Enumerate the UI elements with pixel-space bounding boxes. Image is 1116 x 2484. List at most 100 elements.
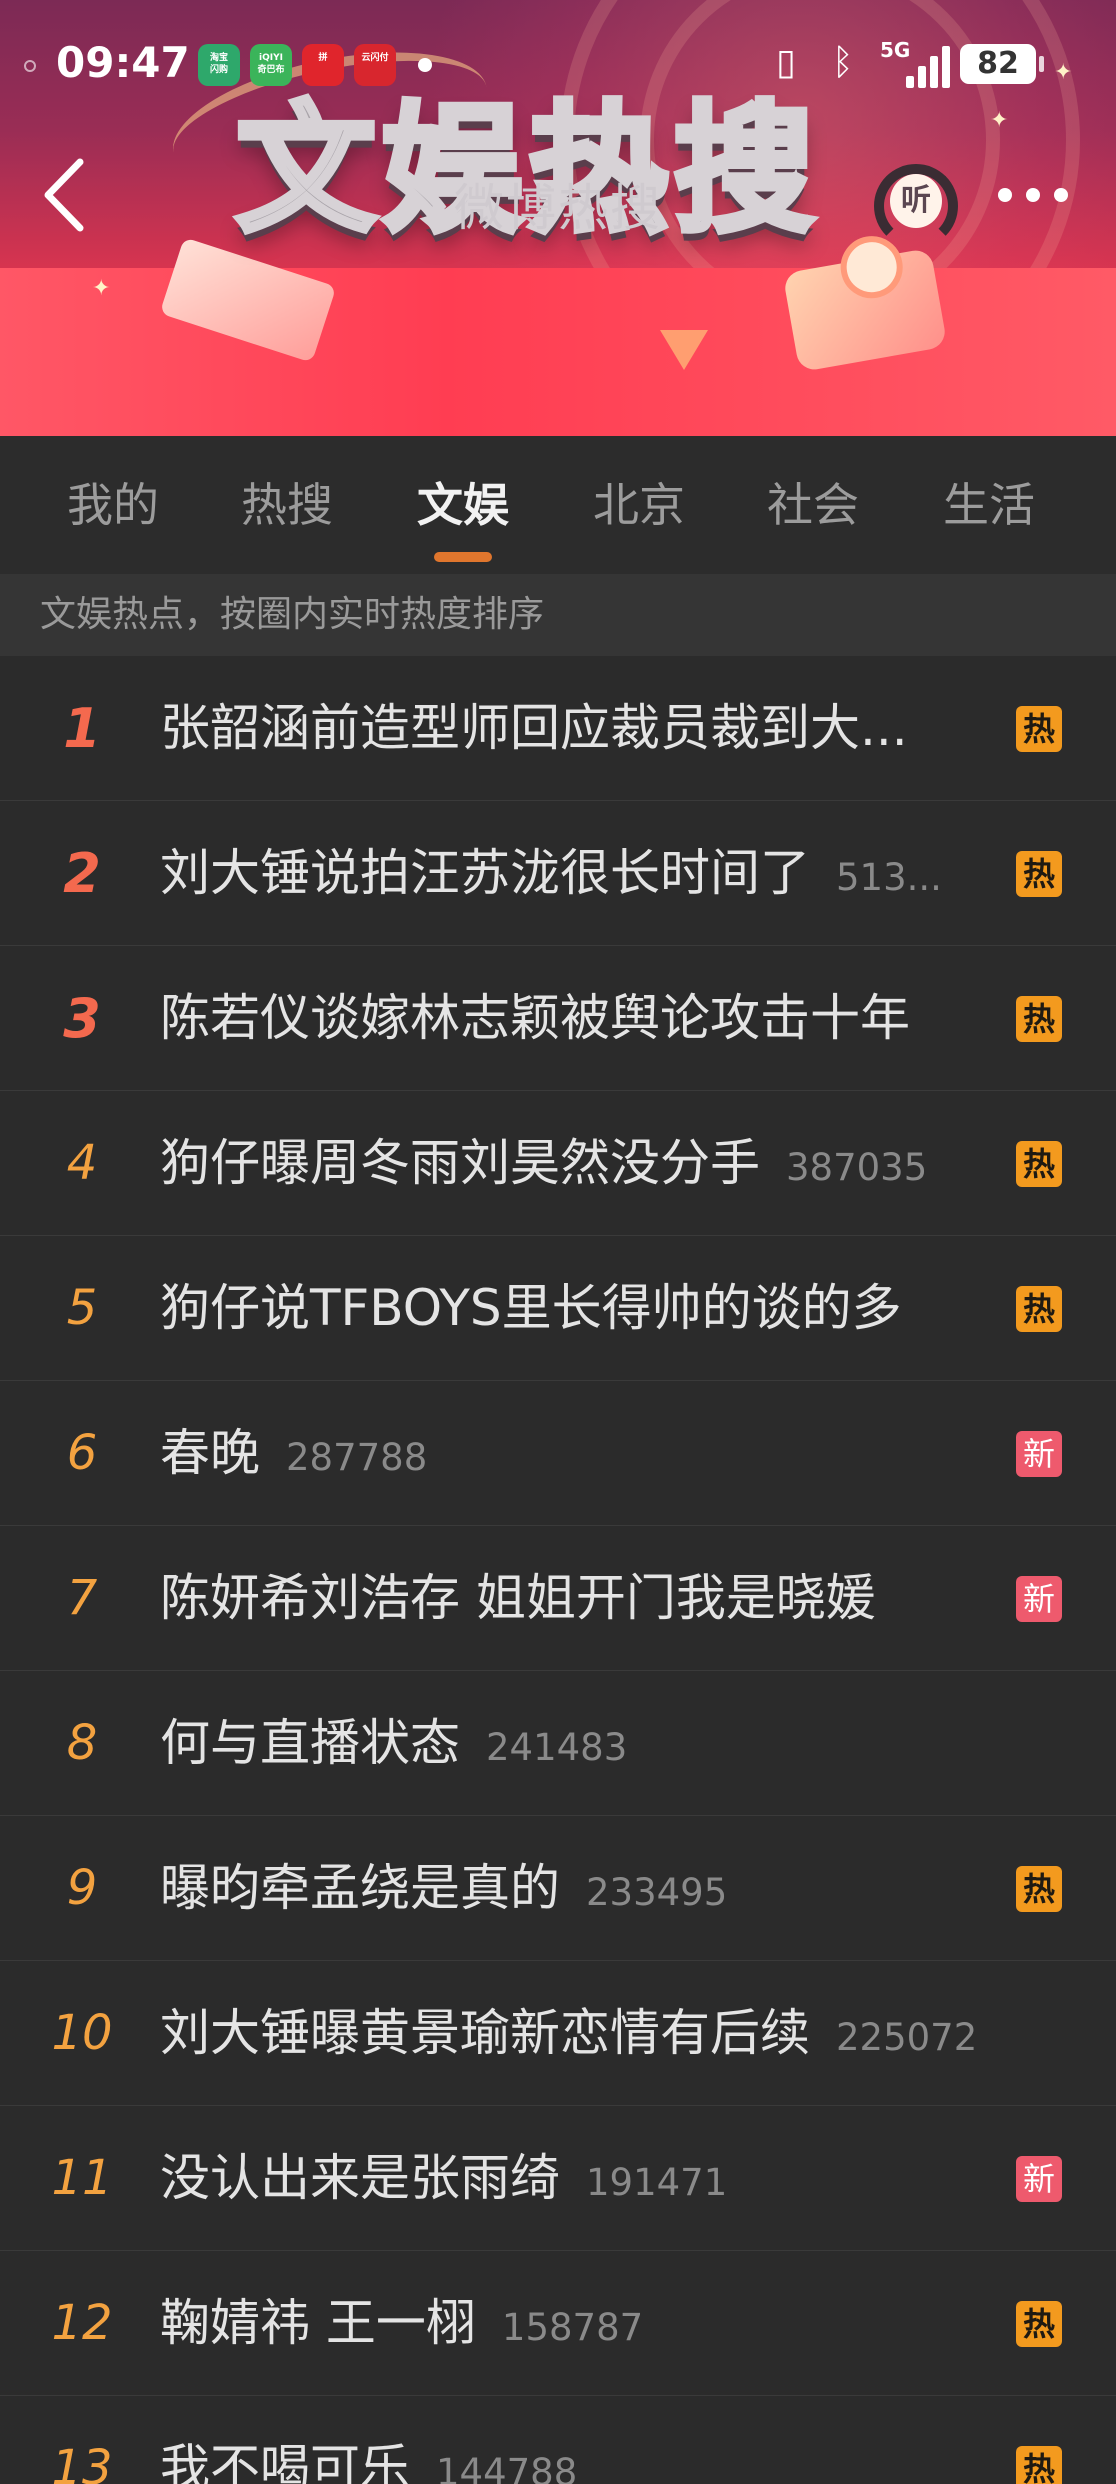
item-content: 陈妍希刘浩存 姐姐开门我是晓媛 xyxy=(160,1526,980,1671)
item-content: 刘大锤曝黄景瑜新恋情有后续 225072 xyxy=(160,1961,980,2106)
tab-entertainment[interactable]: 文娱 xyxy=(398,474,528,536)
item-heat-count: 225072 xyxy=(836,2016,978,2059)
tab-hot-search[interactable]: 热搜 xyxy=(222,474,352,536)
tab-beijing[interactable]: 北京 xyxy=(574,474,704,536)
category-tabs: 我的 热搜 文娱 北京 社会 生活 xyxy=(0,436,1116,574)
status-time: 09:47 xyxy=(56,38,190,87)
item-title: 张韶涵前造型师回应裁员裁到大... xyxy=(160,699,908,757)
yunshanfu-app-icon: 云闪付 xyxy=(354,44,396,86)
rank-number: 13 xyxy=(51,2440,113,2484)
tab-mine[interactable]: 我的 xyxy=(48,474,178,536)
active-tab-indicator xyxy=(434,552,492,562)
item-heat-count: 387035 xyxy=(786,1146,928,1189)
list-item[interactable]: 11 没认出来是张雨绮 191471 新 xyxy=(0,2106,1116,2251)
status-bar: 09:47 淘宝 闪购 iQIYI 奇巴布 拼 云闪付 ▯ ᛒ 5G 82 xyxy=(0,30,1116,100)
new-badge: 新 xyxy=(1016,1576,1062,1622)
list-item[interactable]: 7 陈妍希刘浩存 姐姐开门我是晓媛 新 xyxy=(0,1526,1116,1671)
new-badge: 新 xyxy=(1016,2156,1062,2202)
notification-dot-icon xyxy=(418,58,432,72)
more-button[interactable] xyxy=(990,170,1080,220)
hot-badge: 热 xyxy=(1016,2301,1062,2347)
list-item[interactable]: 12 鞠婧祎 王一栩 158787 热 xyxy=(0,2251,1116,2396)
rank-number: 6 xyxy=(66,1425,98,1481)
hot-badge: 热 xyxy=(1016,851,1062,897)
more-dots-icon xyxy=(1026,188,1040,202)
rank-number: 2 xyxy=(63,842,101,905)
sparkle-icon: ✦ xyxy=(92,276,111,301)
item-title: 刘大锤曝黄景瑜新恋情有后续 xyxy=(160,2004,810,2062)
sparkle-icon: ✦ xyxy=(990,108,1009,133)
hot-badge: 热 xyxy=(1016,1866,1062,1912)
item-title: 曝昀牵孟绕是真的 xyxy=(160,1859,560,1917)
more-dots-icon xyxy=(998,188,1012,202)
listen-label: 听 xyxy=(890,174,942,228)
item-content: 何与直播状态 241483 xyxy=(160,1671,980,1816)
triangle-decoration-icon xyxy=(660,330,708,370)
list-item[interactable]: 8 何与直播状态 241483 xyxy=(0,1671,1116,1816)
iqiyi-app-icon: iQIYI 奇巴布 xyxy=(250,44,292,86)
rank-number: 10 xyxy=(51,2005,113,2061)
more-dots-icon xyxy=(1054,188,1068,202)
hot-badge: 热 xyxy=(1016,1141,1062,1187)
hot-badge: 热 xyxy=(1016,996,1062,1042)
item-heat-count: 233495 xyxy=(586,1871,728,1914)
list-item[interactable]: 6 春晚 287788 新 xyxy=(0,1381,1116,1526)
tab-life[interactable]: 生活 xyxy=(924,474,1054,536)
list-item[interactable]: 5 狗仔说TFBOYS里长得帅的谈的多 热 xyxy=(0,1236,1116,1381)
item-content: 曝昀牵孟绕是真的 233495 xyxy=(160,1816,980,1961)
rank-number: 11 xyxy=(51,2150,113,2206)
item-content: 鞠婧祎 王一栩 158787 xyxy=(160,2251,980,2396)
status-indicator-icon xyxy=(24,60,36,72)
item-heat-count: 241483 xyxy=(486,1726,628,1769)
rank-number: 8 xyxy=(66,1715,98,1771)
list-item[interactable]: 13 我不喝可乐 144788 热 xyxy=(0,2396,1116,2484)
item-heat-count: 144788 xyxy=(436,2451,578,2484)
list-item[interactable]: 10 刘大锤曝黄景瑜新恋情有后续 225072 xyxy=(0,1961,1116,2106)
pinduoduo-app-icon: 拼 xyxy=(302,44,344,86)
item-title: 春晚 xyxy=(160,1424,260,1482)
item-heat-count: 513... xyxy=(836,856,942,899)
rank-number: 3 xyxy=(63,987,101,1050)
item-content: 春晚 287788 xyxy=(160,1381,980,1526)
bluetooth-icon: ᛒ xyxy=(832,42,854,83)
page: ✦ ✦ ✦ 文娱热搜 09:47 淘宝 闪购 iQIYI 奇巴布 拼 云闪付 ▯… xyxy=(0,0,1116,2484)
hot-badge: 热 xyxy=(1016,1286,1062,1332)
item-title: 陈妍希刘浩存 姐姐开门我是晓媛 xyxy=(160,1569,876,1627)
item-heat-count: 191471 xyxy=(586,2161,728,2204)
item-content: 狗仔说TFBOYS里长得帅的谈的多 xyxy=(160,1236,980,1381)
rank-number: 5 xyxy=(66,1280,98,1336)
battery-icon: 82 xyxy=(960,44,1044,84)
item-content: 张韶涵前造型师回应裁员裁到大... xyxy=(160,656,980,801)
hot-search-list: 1 张韶涵前造型师回应裁员裁到大... 热 2 刘大锤说拍汪苏泷很长时间了 513... 热… xyxy=(0,656,1116,2484)
item-title: 狗仔曝周冬雨刘昊然没分手 xyxy=(160,1134,760,1192)
list-item[interactable]: 1 张韶涵前造型师回应裁员裁到大... 热 xyxy=(0,656,1116,801)
item-content: 没认出来是张雨绮 191471 xyxy=(160,2106,980,2251)
new-badge: 新 xyxy=(1016,1431,1062,1477)
list-item[interactable]: 2 刘大锤说拍汪苏泷很长时间了 513... 热 xyxy=(0,801,1116,946)
item-content: 陈若仪谈嫁林志颖被舆论攻击十年 xyxy=(160,946,980,1091)
list-description: 文娱热点，按圈内实时热度排序 xyxy=(40,594,545,635)
rank-number: 12 xyxy=(51,2295,113,2351)
rank-number: 9 xyxy=(66,1860,98,1916)
hot-badge: 热 xyxy=(1016,706,1062,752)
hot-badge: 热 xyxy=(1016,2446,1062,2484)
item-content: 狗仔曝周冬雨刘昊然没分手 387035 xyxy=(160,1091,980,1236)
rank-number: 7 xyxy=(66,1570,98,1626)
list-item[interactable]: 3 陈若仪谈嫁林志颖被舆论攻击十年 热 xyxy=(0,946,1116,1091)
item-title: 何与直播状态 xyxy=(160,1714,460,1772)
vibrate-icon: ▯ xyxy=(776,42,796,83)
listen-button[interactable]: 听 xyxy=(866,154,962,250)
item-title: 狗仔说TFBOYS里长得帅的谈的多 xyxy=(160,1279,902,1337)
rank-number: 4 xyxy=(66,1135,98,1191)
item-content: 我不喝可乐 144788 xyxy=(160,2396,980,2484)
list-item[interactable]: 9 曝昀牵孟绕是真的 233495 热 xyxy=(0,1816,1116,1961)
item-title: 陈若仪谈嫁林志颖被舆论攻击十年 xyxy=(160,989,910,1047)
rank-number: 1 xyxy=(63,697,101,760)
taobao-app-icon: 淘宝 闪购 xyxy=(198,44,240,86)
list-item[interactable]: 4 狗仔曝周冬雨刘昊然没分手 387035 热 xyxy=(0,1091,1116,1236)
tab-society[interactable]: 社会 xyxy=(748,474,878,536)
item-title: 鞠婧祎 王一栩 xyxy=(160,2294,476,2352)
item-content: 刘大锤说拍汪苏泷很长时间了 513... xyxy=(160,801,980,946)
item-title: 没认出来是张雨绮 xyxy=(160,2149,560,2207)
item-heat-count: 287788 xyxy=(286,1436,428,1479)
